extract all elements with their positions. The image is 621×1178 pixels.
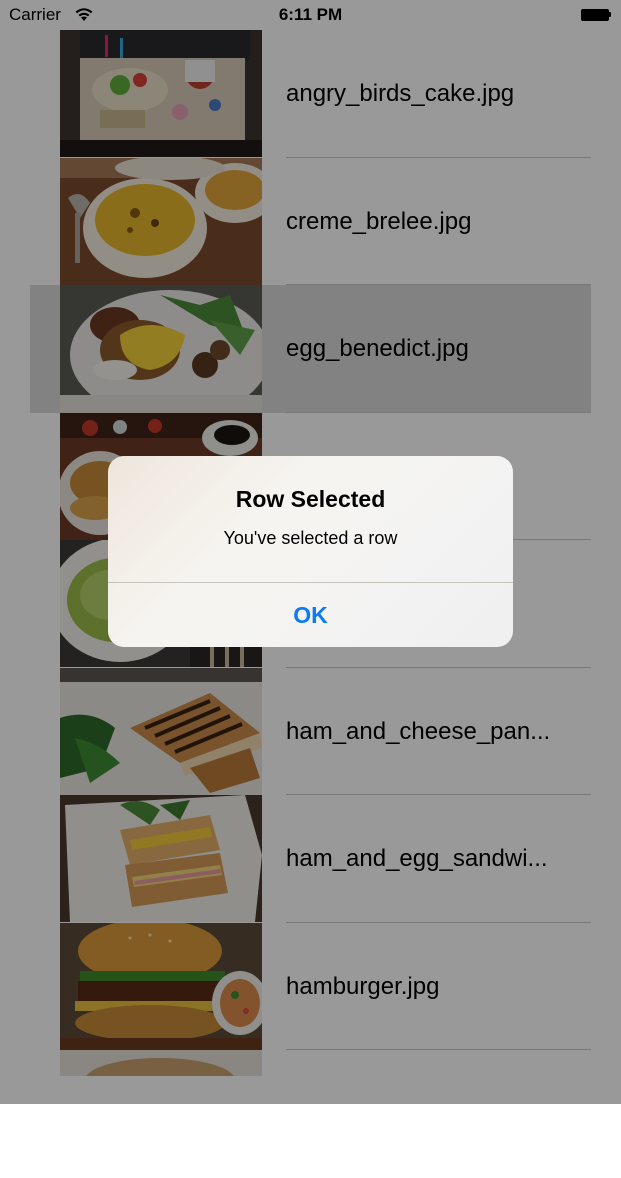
alert-dialog: Row Selected You've selected a row OK [108,456,513,647]
ok-button[interactable]: OK [108,583,513,647]
alert-title: Row Selected [235,486,386,512]
alert-message: You've selected a row [223,528,398,548]
